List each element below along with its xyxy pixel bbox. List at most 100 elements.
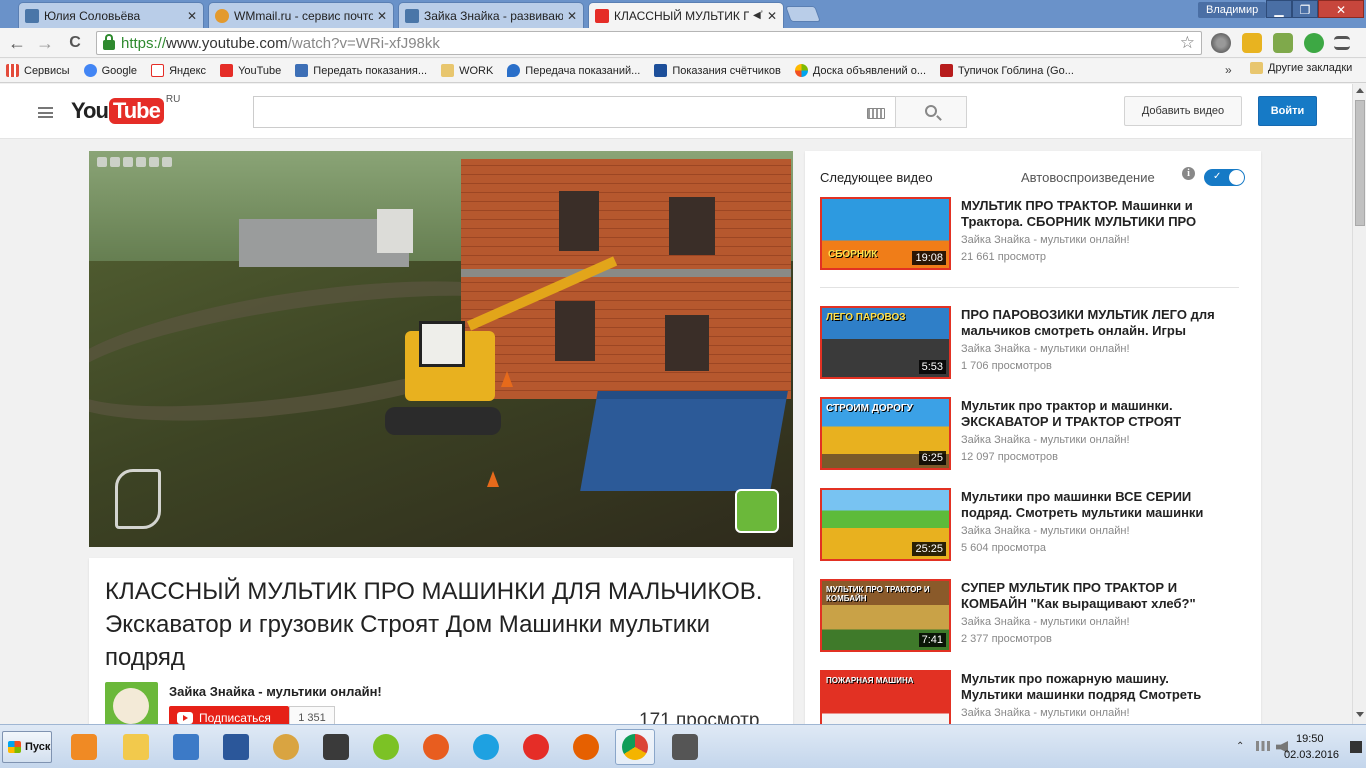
- close-icon[interactable]: ✕: [567, 9, 577, 23]
- drop-icon: [507, 64, 521, 77]
- video-thumbnail[interactable]: СБОРНИК 19:08: [820, 197, 951, 270]
- forward-button[interactable]: →: [34, 32, 56, 54]
- video-thumbnail[interactable]: СТРОИМ ДОРОГУ 6:25: [820, 397, 951, 470]
- new-tab-button[interactable]: [785, 6, 821, 22]
- search-input[interactable]: [253, 96, 896, 128]
- video-thumbnail[interactable]: ПОЖАРНАЯ МАШИНА: [820, 670, 951, 724]
- up-next-video[interactable]: ЛЕГО ПАРОВОЗ 5:53 ПРО ПАРОВОЗИКИ МУЛЬТИК…: [820, 306, 1240, 382]
- subscribe-button[interactable]: Подписаться: [169, 706, 289, 724]
- bookmarks-overflow-button[interactable]: »: [1225, 63, 1232, 77]
- video-thumbnail[interactable]: МУЛЬТИК ПРО ТРАКТОР И КОМБАЙН 7:41: [820, 579, 951, 652]
- sign-in-button[interactable]: Войти: [1258, 96, 1317, 126]
- bookmark-item[interactable]: Сервисы: [6, 64, 70, 77]
- bookmark-item[interactable]: Показания счётчиков: [654, 64, 781, 77]
- taskbar-app[interactable]: [116, 729, 156, 765]
- autoplay-toggle[interactable]: ✓: [1204, 169, 1245, 186]
- up-next-video[interactable]: СТРОИМ ДОРОГУ 6:25 Мультик про трактор и…: [820, 397, 1240, 473]
- bookmark-item[interactable]: Передать показания...: [295, 64, 427, 77]
- bookmark-star-icon[interactable]: ☆: [1180, 33, 1195, 53]
- video-player[interactable]: [89, 151, 793, 547]
- other-bookmarks[interactable]: Другие закладки: [1250, 62, 1352, 74]
- firefox-icon: [573, 734, 599, 760]
- keyboard-icon[interactable]: [867, 108, 885, 119]
- globe-extension-icon[interactable]: [1211, 33, 1231, 53]
- clock-time[interactable]: 19:50: [1296, 733, 1324, 745]
- up-next-video[interactable]: МУЛЬТИК ПРО ТРАКТОР И КОМБАЙН 7:41 СУПЕР…: [820, 579, 1240, 655]
- minimize-button[interactable]: ▁: [1266, 0, 1292, 18]
- menu-icon[interactable]: [1334, 36, 1350, 50]
- taskbar-app[interactable]: [516, 729, 556, 765]
- tray-expand-icon[interactable]: ⌃: [1236, 741, 1244, 752]
- bookmark-item[interactable]: Яндекс: [151, 64, 206, 77]
- back-button[interactable]: ←: [6, 32, 28, 54]
- logo-region: RU: [165, 94, 181, 105]
- profile-name[interactable]: Владимир: [1198, 2, 1267, 18]
- up-next-video[interactable]: СБОРНИК 19:08 МУЛЬТИК ПРО ТРАКТОР. Машин…: [820, 197, 1240, 273]
- taskbar-app[interactable]: [566, 729, 606, 765]
- explorer-icon: [123, 734, 149, 760]
- close-icon[interactable]: ✕: [767, 9, 777, 23]
- extension-icon[interactable]: [1273, 33, 1293, 53]
- close-icon[interactable]: ✕: [377, 9, 387, 23]
- start-button[interactable]: Пуск: [2, 731, 52, 763]
- page-scrollbar[interactable]: [1352, 84, 1366, 724]
- speaker-icon: ◀ʼ: [753, 10, 763, 21]
- search-button[interactable]: [895, 96, 967, 128]
- maximize-button[interactable]: ❐: [1292, 0, 1318, 18]
- video-title[interactable]: МУЛЬТИК ПРО ТРАКТОР. Машинки и Трактора.…: [961, 198, 1231, 230]
- video-thumbnail[interactable]: ЛЕГО ПАРОВОЗ 5:53: [820, 306, 951, 379]
- scroll-thumb[interactable]: [1355, 100, 1365, 226]
- taskbar-app[interactable]: [466, 729, 506, 765]
- bookmark-item[interactable]: Тупичок Гоблина (Go...: [940, 64, 1074, 77]
- up-next-video[interactable]: ПОЖАРНАЯ МАШИНА Мультик про пожарную маш…: [820, 670, 1240, 724]
- tab-title: WMmail.ru - сервис почтовы: [234, 8, 373, 23]
- upload-button[interactable]: Добавить видео: [1124, 96, 1242, 126]
- bookmark-label: Яндекс: [169, 64, 207, 77]
- taskbar-app[interactable]: [216, 729, 256, 765]
- browser-tab[interactable]: WMmail.ru - сервис почтовы ✕: [208, 2, 394, 28]
- action-center-icon[interactable]: [1350, 741, 1362, 753]
- extension-icon[interactable]: [1304, 33, 1324, 53]
- close-icon[interactable]: ✕: [187, 9, 197, 23]
- taskbar-app[interactable]: [366, 729, 406, 765]
- video-title[interactable]: Мультик про трактор и машинки. ЭКСКАВАТО…: [961, 398, 1231, 430]
- video-title[interactable]: Мультики про машинки ВСЕ СЕРИИ подряд. С…: [961, 489, 1231, 521]
- channel-name[interactable]: Зайка Знайка - мультики онлайн!: [169, 684, 382, 699]
- taskbar-app[interactable]: [416, 729, 456, 765]
- browser-tab[interactable]: Юлия Соловьёва ✕: [18, 2, 204, 28]
- reload-button[interactable]: C: [64, 32, 86, 54]
- video-thumbnail[interactable]: 25:25: [820, 488, 951, 561]
- scroll-down-arrow-icon[interactable]: [1356, 712, 1364, 717]
- clock-date[interactable]: 02.03.2016: [1284, 749, 1339, 761]
- address-bar[interactable]: https:// www.youtube.com /watch?v=WRi-xf…: [96, 31, 1202, 55]
- taskbar-app[interactable]: [64, 729, 104, 765]
- url-path: /watch?v=WRi-xfJ98kk: [287, 34, 440, 52]
- guide-menu-icon[interactable]: [38, 107, 53, 118]
- bookmark-item[interactable]: Доска объявлений о...: [794, 64, 926, 77]
- video-title[interactable]: Мультик про пожарную машину. Мультики ма…: [961, 671, 1231, 703]
- video-title[interactable]: СУПЕР МУЛЬТИК ПРО ТРАКТОР И КОМБАЙН "Как…: [961, 580, 1231, 612]
- scroll-up-arrow-icon[interactable]: [1356, 88, 1364, 93]
- extension-icon[interactable]: [1242, 33, 1262, 53]
- bookmark-item[interactable]: Google: [83, 64, 137, 77]
- video-info-card: КЛАССНЫЙ МУЛЬТИК ПРО МАШИНКИ ДЛЯ МАЛЬЧИК…: [89, 558, 793, 724]
- channel-watermark[interactable]: [735, 489, 779, 533]
- wmmail-icon: [215, 8, 229, 23]
- video-title[interactable]: ПРО ПАРОВОЗИКИ МУЛЬТИК ЛЕГО для мальчико…: [961, 307, 1231, 339]
- up-next-video[interactable]: 25:25 Мультики про машинки ВСЕ СЕРИИ под…: [820, 488, 1240, 564]
- close-window-button[interactable]: ✕: [1318, 0, 1364, 18]
- taskbar-app[interactable]: [266, 729, 306, 765]
- browser-tab[interactable]: Зайка Знайка - развивающ ✕: [398, 2, 584, 28]
- channel-avatar[interactable]: [105, 682, 158, 724]
- bookmark-item[interactable]: WORK: [441, 64, 493, 77]
- youtube-logo[interactable]: You Tube RU: [71, 94, 180, 124]
- bookmark-item[interactable]: YouTube: [220, 64, 281, 77]
- info-icon[interactable]: i: [1182, 167, 1195, 180]
- taskbar-app-active[interactable]: [615, 729, 655, 765]
- taskbar-app[interactable]: [166, 729, 206, 765]
- taskbar-app[interactable]: [665, 729, 705, 765]
- network-icon[interactable]: [1256, 741, 1270, 751]
- browser-tab-active[interactable]: КЛАССНЫЙ МУЛЬТИК ПР ◀ʼ ✕: [588, 2, 784, 28]
- taskbar-app[interactable]: [316, 729, 356, 765]
- bookmark-item[interactable]: Передача показаний...: [507, 64, 640, 77]
